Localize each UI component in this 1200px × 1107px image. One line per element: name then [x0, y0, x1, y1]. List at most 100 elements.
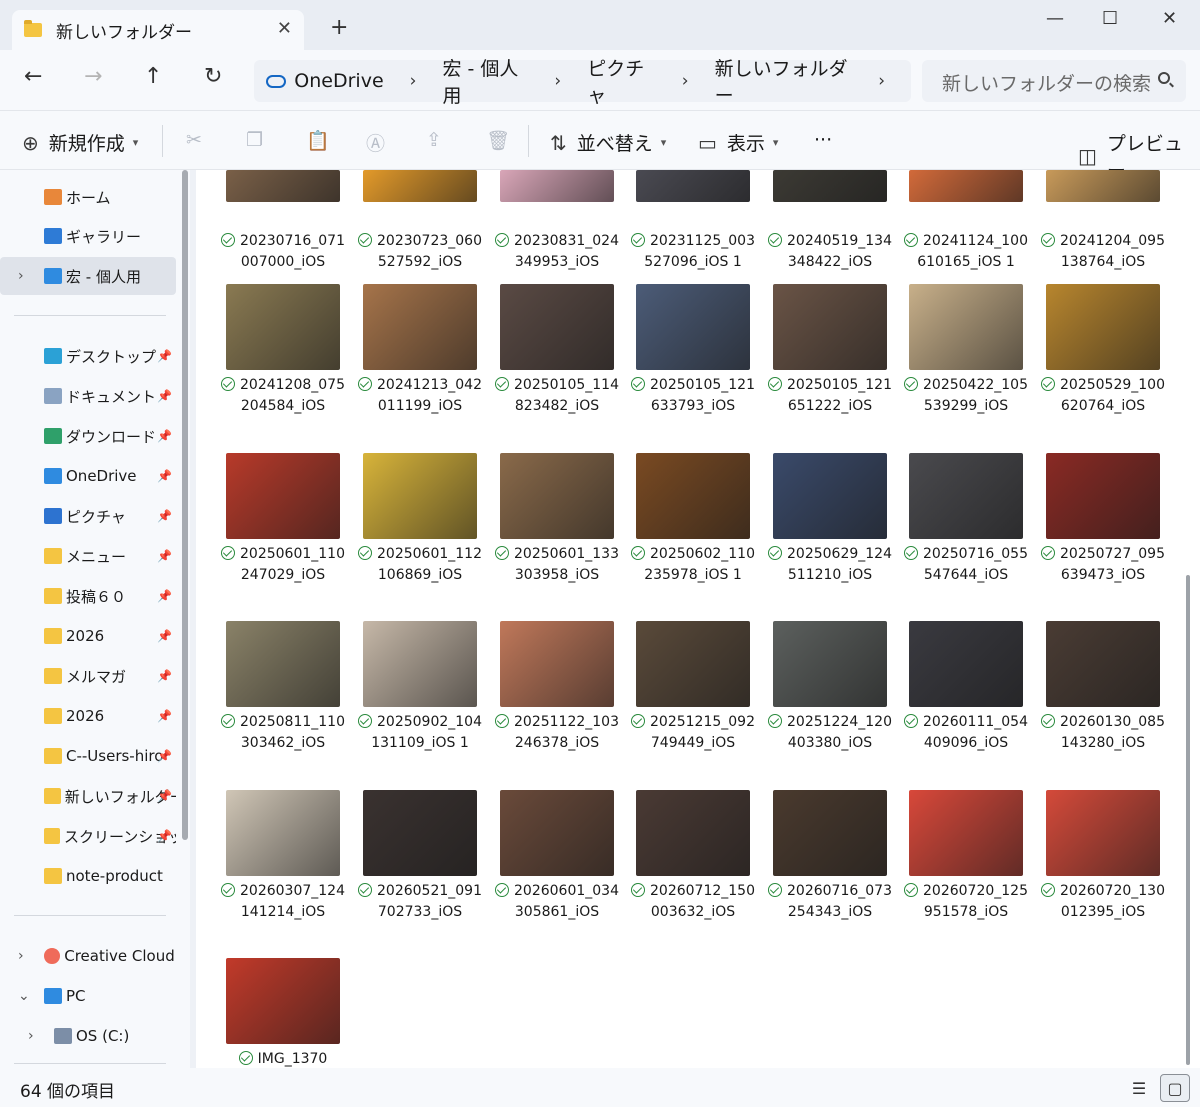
sidebar-item[interactable]: メルマガ 📌 — [0, 657, 176, 695]
forward-button[interactable]: → — [84, 64, 102, 89]
sidebar-item[interactable]: › 宏 - 個人用 — [0, 257, 176, 295]
file-tile[interactable]: 20260720_130 012395_iOS — [1041, 790, 1182, 950]
sidebar-item[interactable]: note-product — [0, 857, 176, 895]
file-tile[interactable]: 20260601_034 305861_iOS — [495, 790, 636, 950]
file-tile[interactable]: IMG_1370 — [226, 958, 362, 1068]
file-tile[interactable]: 20231125_003 527096_iOS 1 — [631, 170, 772, 300]
chevron-right-icon[interactable]: › — [18, 268, 24, 284]
file-tile[interactable]: 20250601_112 106869_iOS — [358, 453, 499, 613]
breadcrumb-chevron-icon[interactable]: › — [878, 71, 885, 91]
file-name: 20250811_110 — [240, 714, 345, 730]
back-button[interactable]: ← — [24, 64, 42, 89]
file-tile[interactable]: 20260521_091 702733_iOS — [358, 790, 499, 950]
copy-button[interactable]: ❐ — [246, 129, 263, 151]
file-tile[interactable]: 20230831_024 349953_iOS — [495, 170, 636, 300]
file-tile[interactable]: 20250422_105 539299_iOS — [904, 284, 1045, 444]
sidebar-item[interactable]: スクリーンショット📌 — [0, 817, 176, 855]
file-tile[interactable]: 20250601_133 303958_iOS — [495, 453, 636, 613]
sidebar-item[interactable]: 2026 📌 — [0, 697, 176, 735]
paste-button[interactable]: 📋 — [306, 129, 330, 152]
details-view-button[interactable]: ☰ — [1124, 1074, 1154, 1102]
cut-button[interactable]: ✂ — [186, 129, 202, 151]
sidebar-item[interactable]: OneDrive 📌 — [0, 457, 176, 495]
file-tile[interactable]: 20250105_121 633793_iOS — [631, 284, 772, 444]
chevron-right-icon[interactable]: › — [28, 1028, 34, 1044]
tab-close-button[interactable]: ✕ — [277, 18, 292, 39]
sidebar-item[interactable]: ドキュメント 📌 — [0, 377, 176, 415]
sidebar-item[interactable]: ⌄ PC — [0, 977, 176, 1015]
file-tile[interactable]: 20241208_075 204584_iOS — [221, 284, 362, 444]
large-icons-view-button[interactable]: ▢ — [1160, 1074, 1190, 1102]
breadcrumb-chevron-icon[interactable]: › — [554, 71, 561, 91]
delete-button[interactable]: 🗑 — [486, 129, 510, 152]
file-tile[interactable]: 20250629_124 511210_iOS — [768, 453, 909, 613]
new-tab-button[interactable]: + — [330, 15, 348, 40]
file-tile[interactable]: 20230716_071 007000_iOS — [221, 170, 362, 300]
address-bar[interactable]: OneDrive › 宏 - 個人用 › ピクチャ › 新しいフォルダー › — [254, 58, 911, 107]
sidebar-item-label: 2026 — [66, 707, 105, 725]
chevron-right-icon[interactable]: › — [18, 948, 24, 964]
pin-icon: 📌 — [157, 749, 172, 763]
file-tile[interactable]: 20260712_150 003632_iOS — [631, 790, 772, 950]
sidebar-item[interactable]: ピクチャ 📌 — [0, 497, 176, 535]
file-tile[interactable]: 20241213_042 011199_iOS — [358, 284, 499, 444]
breadcrumb-chevron-icon[interactable]: › — [410, 71, 417, 91]
refresh-button[interactable]: ↻ — [204, 64, 222, 89]
image-thumbnail — [363, 790, 477, 876]
sidebar-item[interactable]: 2026 📌 — [0, 617, 176, 655]
sidebar-item[interactable]: C--Users-hiro 📌 — [0, 737, 176, 775]
view-button[interactable]: ▭ 表示 ▾ — [698, 129, 778, 156]
sort-button[interactable]: ⇅ 並べ替え ▾ — [550, 129, 666, 156]
file-tile[interactable]: 20250902_104 131109_iOS 1 — [358, 621, 499, 781]
sidebar-item[interactable]: ホーム — [0, 178, 176, 216]
up-button[interactable]: ↑ — [144, 64, 162, 89]
minimize-button[interactable]: — — [1046, 8, 1064, 29]
file-tile[interactable]: 20241204_095 138764_iOS — [1041, 170, 1182, 300]
search-input[interactable]: 新しいフォルダーの検索 — [922, 60, 1186, 102]
breadcrumb-onedrive[interactable]: OneDrive — [294, 70, 383, 92]
file-tile[interactable]: 20251215_092 749449_iOS — [631, 621, 772, 781]
sidebar-item[interactable]: メニュー 📌 — [0, 537, 176, 575]
breadcrumb-personal[interactable]: 宏 - 個人用 — [442, 54, 528, 108]
chevron-down-icon[interactable]: ⌄ — [18, 988, 30, 1004]
file-tile[interactable]: 20250529_100 620764_iOS — [1041, 284, 1182, 444]
file-name: 20250629_124 — [787, 546, 892, 562]
breadcrumb-new-folder[interactable]: 新しいフォルダー — [715, 54, 853, 108]
content-scrollbar[interactable] — [1186, 575, 1190, 1065]
sidebar-item[interactable]: › Creative Cloud F — [0, 937, 176, 975]
file-tile[interactable]: 20260716_073 254343_iOS — [768, 790, 909, 950]
share-button[interactable]: ⇪ — [426, 129, 442, 151]
file-tile[interactable]: 20250811_110 303462_iOS — [221, 621, 362, 781]
file-tile[interactable]: 20260130_085 143280_iOS — [1041, 621, 1182, 781]
file-tile[interactable]: 20250105_114 823482_iOS — [495, 284, 636, 444]
close-window-button[interactable]: ✕ — [1162, 8, 1177, 29]
rename-button[interactable]: Ⓐ — [366, 129, 385, 156]
file-tile[interactable]: 20260720_125 951578_iOS — [904, 790, 1045, 950]
sidebar-item[interactable]: 新しいフォルダー 📌 — [0, 777, 176, 815]
file-tile[interactable]: 20230723_060 527592_iOS — [358, 170, 499, 300]
file-tile[interactable]: 20250727_095 639473_iOS — [1041, 453, 1182, 613]
tab-new-folder[interactable]: 新しいフォルダー ✕ — [12, 10, 304, 50]
breadcrumb-pictures[interactable]: ピクチャ — [587, 54, 656, 108]
new-button[interactable]: ⊕ 新規作成 ▾ — [22, 129, 138, 156]
sidebar-item[interactable]: › OS (C:) — [0, 1017, 176, 1055]
file-tile[interactable]: 20240519_134 348422_iOS — [768, 170, 909, 300]
maximize-button[interactable]: ☐ — [1102, 8, 1118, 29]
file-tile[interactable]: 20251122_103 246378_iOS — [495, 621, 636, 781]
file-tile[interactable]: 20250716_055 547644_iOS — [904, 453, 1045, 613]
image-thumbnail — [226, 453, 340, 539]
more-options-button[interactable]: ··· — [814, 129, 832, 151]
sidebar-item[interactable]: ダウンロード 📌 — [0, 417, 176, 455]
sidebar-item[interactable]: 投稿６０ 📌 — [0, 577, 176, 615]
file-tile[interactable]: 20251224_120 403380_iOS — [768, 621, 909, 781]
file-tile[interactable]: 20250602_110 235978_iOS 1 — [631, 453, 772, 613]
file-tile[interactable]: 20241124_100 610165_iOS 1 — [904, 170, 1045, 300]
file-tile[interactable]: 20250601_110 247029_iOS — [221, 453, 362, 613]
file-tile[interactable]: 20260307_124 141214_iOS — [221, 790, 362, 950]
sidebar-item[interactable]: デスクトップ 📌 — [0, 337, 176, 375]
file-tile[interactable]: 20260111_054 409096_iOS — [904, 621, 1045, 781]
file-tile[interactable]: 20250105_121 651222_iOS — [768, 284, 909, 444]
sidebar-scrollbar[interactable] — [182, 170, 188, 840]
sidebar-item[interactable]: ギャラリー — [0, 217, 176, 255]
breadcrumb-chevron-icon[interactable]: › — [682, 71, 689, 91]
